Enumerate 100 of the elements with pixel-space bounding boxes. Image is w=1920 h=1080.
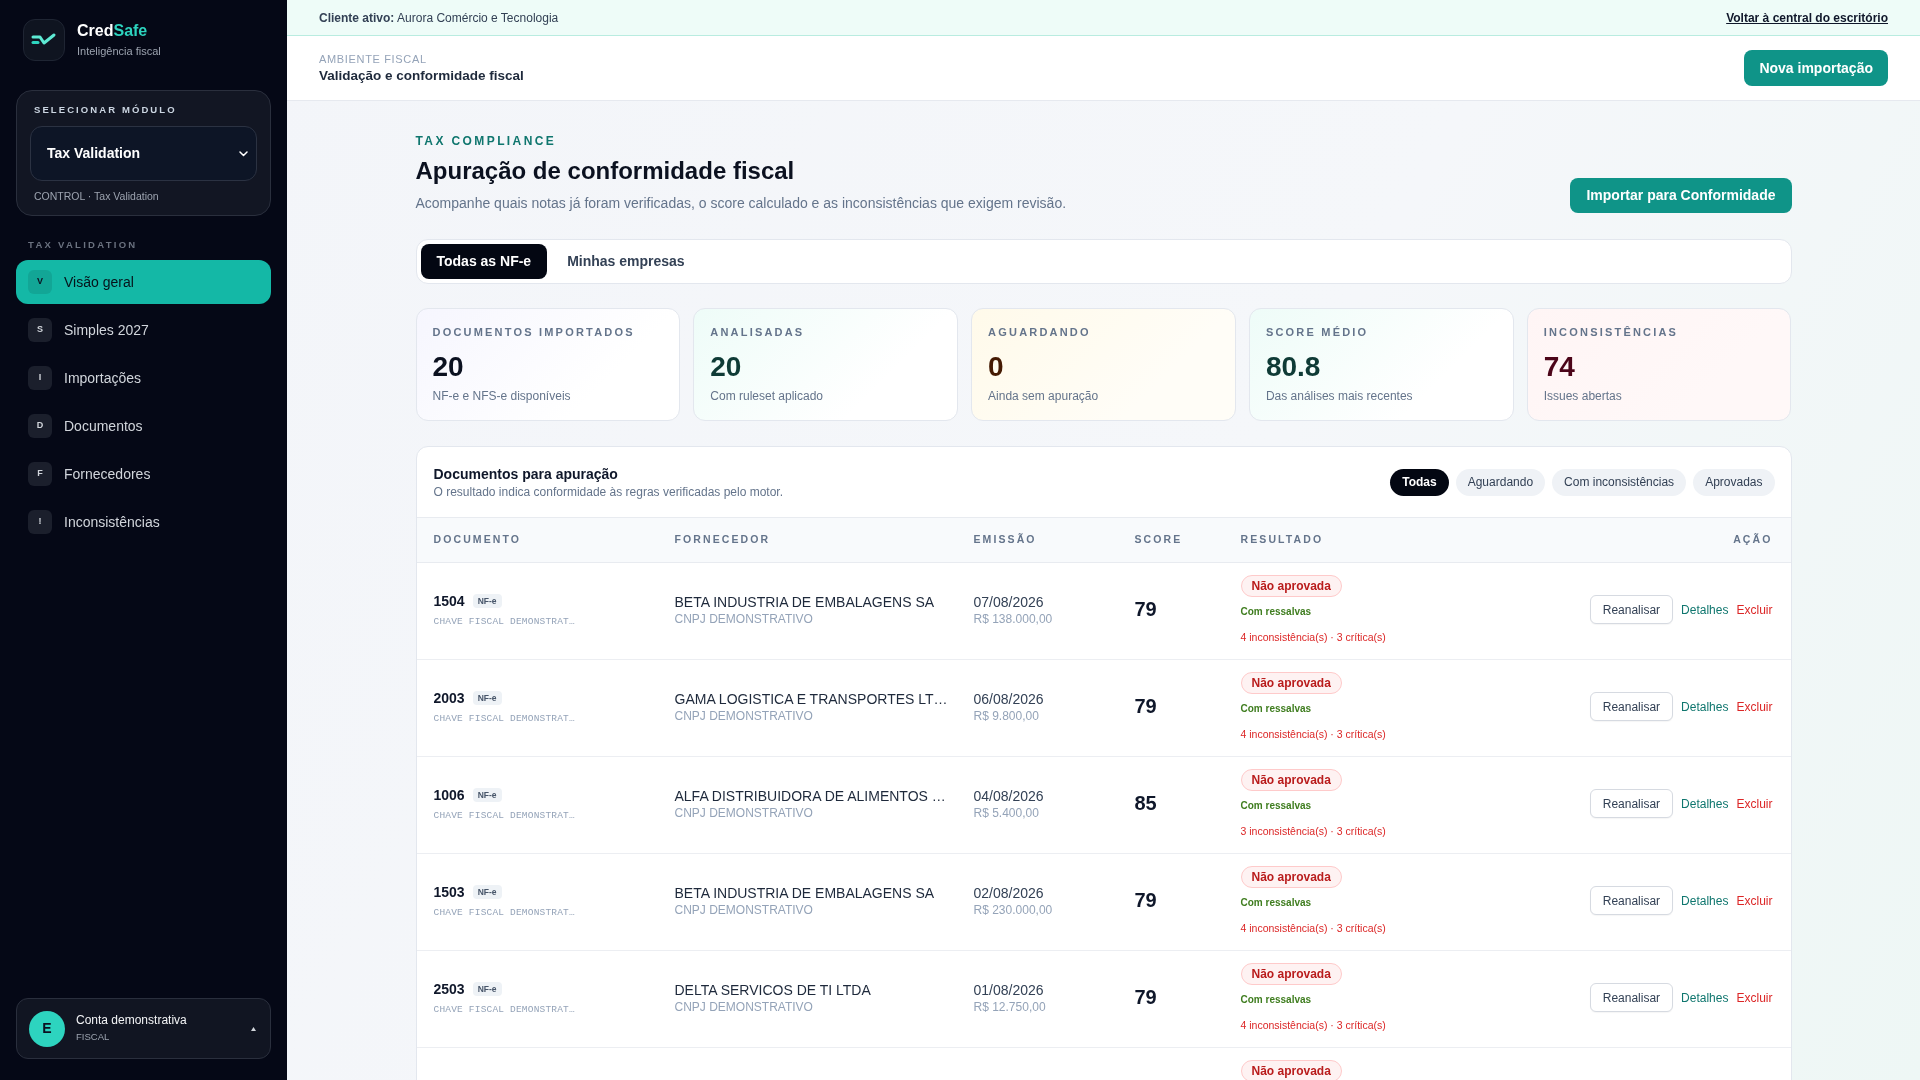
nav-item-letter: F: [28, 462, 52, 486]
document-amount: R$ 230.000,00: [973, 901, 1054, 918]
scope-tab[interactable]: Minhas empresas: [551, 244, 701, 279]
access-key-text: CHAVE FISCAL DEMONSTRAT…: [433, 711, 576, 726]
nav-item[interactable]: I Importações: [16, 356, 271, 400]
document-type-tag: NF-e: [472, 593, 502, 608]
column-header: AÇÃO: [1733, 532, 1773, 548]
import-compliance-button[interactable]: Importar para Conformidade: [1570, 178, 1792, 213]
status-note: Com ressalvas: [1240, 993, 1312, 1007]
delete-link[interactable]: Excluir: [1736, 697, 1773, 716]
caret-up-icon: [251, 1026, 256, 1031]
stat-caption: NF-e e NFS-e disponíveis: [432, 388, 572, 404]
stat-label: ANALISADAS: [710, 325, 806, 340]
status-note: Com ressalvas: [1240, 702, 1312, 716]
supplier-id: CNPJ DEMONSTRATIVO: [674, 610, 814, 627]
status-badge: Não aprovada: [1240, 575, 1342, 597]
issue-date: 07/08/2026: [973, 592, 1045, 611]
nav-item[interactable]: V Visão geral: [16, 260, 271, 304]
score-value: 79: [1134, 597, 1157, 620]
back-to-office-link[interactable]: Voltar à central do escritório: [1726, 8, 1888, 27]
access-key-text: CHAVE FISCAL DEMONSTRAT…: [433, 1002, 576, 1017]
column-header: SCORE: [1134, 532, 1183, 548]
nav-item-letter: I: [28, 366, 52, 390]
issues-summary: 4 inconsistência(s) · 3 crítica(s): [1240, 630, 1386, 644]
status-badge: Não aprovada: [1240, 769, 1342, 791]
stat-caption: Issues abertas: [1543, 388, 1623, 404]
issues-summary: 4 inconsistência(s) · 3 crítica(s): [1240, 921, 1386, 935]
issue-date: 06/08/2026: [973, 689, 1045, 708]
score-value: 85: [1134, 791, 1157, 814]
logo-icon: [23, 19, 65, 61]
new-import-button[interactable]: Nova importação: [1744, 50, 1888, 86]
stat-caption: Ainda sem apuração: [988, 388, 1100, 404]
issues-summary: 4 inconsistência(s) · 3 crítica(s): [1240, 727, 1386, 741]
document-type-tag: NF-e: [472, 981, 502, 996]
details-link[interactable]: Detalhes: [1681, 697, 1729, 716]
reanalyze-button[interactable]: Reanalisar: [1589, 983, 1674, 1012]
filter-chip[interactable]: Com inconsistências: [1552, 468, 1687, 496]
page-title: Apuração de conformidade fiscal: [415, 156, 796, 186]
supplier-id: CNPJ DEMONSTRATIVO: [674, 804, 814, 821]
column-header: DOCUMENTO: [433, 532, 522, 548]
document-type-tag: NF-e: [472, 690, 502, 705]
document-amount: R$ 5.400,00: [973, 804, 1040, 821]
nav-item-letter: D: [28, 414, 52, 438]
stat-label: INCONSISTÊNCIAS: [1543, 325, 1680, 340]
delete-link[interactable]: Excluir: [1736, 600, 1773, 619]
issue-date: 01/08/2026: [973, 980, 1045, 999]
details-link[interactable]: Detalhes: [1681, 600, 1729, 619]
stat-value: 80.8: [1265, 350, 1322, 384]
scope-tab[interactable]: Todas as NF-e: [420, 244, 548, 279]
reanalyze-button[interactable]: Reanalisar: [1589, 595, 1674, 624]
avatar: E: [29, 1010, 65, 1047]
delete-link[interactable]: Excluir: [1736, 794, 1773, 813]
document-amount: R$ 12.750,00: [973, 998, 1047, 1015]
section-eyebrow: TAX COMPLIANCE: [415, 133, 558, 149]
nav-item[interactable]: ! Inconsistências: [16, 500, 271, 544]
filter-chip[interactable]: Todas: [1390, 468, 1449, 496]
supplier-id: CNPJ DEMONSTRATIVO: [674, 998, 814, 1015]
nav-item[interactable]: S Simples 2027: [16, 308, 271, 352]
status-note: Com ressalvas: [1240, 896, 1312, 910]
stat-label: SCORE MÉDIO: [1265, 325, 1370, 340]
supplier-name: DELTA SERVICOS DE TI LTDA: [674, 980, 872, 999]
details-link[interactable]: Detalhes: [1681, 794, 1729, 813]
filter-chip[interactable]: Aprovadas: [1693, 468, 1775, 496]
nav-item[interactable]: D Documentos: [16, 404, 271, 448]
panel-subtitle: O resultado indica conformidade às regras verificadas pelo motor.: [433, 484, 783, 500]
nav-item[interactable]: F Fornecedores: [16, 452, 271, 496]
reanalyze-button[interactable]: Reanalisar: [1589, 886, 1674, 915]
status-badge: Não aprovada: [1240, 672, 1342, 694]
filter-chip[interactable]: Aguardando: [1455, 468, 1546, 496]
brand-tagline: Inteligência fiscal: [77, 44, 161, 59]
client-info: Cliente ativo: Aurora Comércio e Tecnologia: [319, 9, 559, 27]
issues-summary: 4 inconsistência(s) · 3 crítica(s): [1240, 1018, 1386, 1032]
environment-title: Validação e conformidade fiscal: [319, 67, 524, 85]
score-value: 79: [1134, 985, 1157, 1008]
status-badge: Não aprovada: [1240, 866, 1342, 888]
status-badge: Não aprovada: [1240, 963, 1342, 985]
details-link[interactable]: Detalhes: [1681, 891, 1729, 910]
details-link[interactable]: Detalhes: [1681, 988, 1729, 1007]
reanalyze-button[interactable]: Reanalisar: [1589, 692, 1674, 721]
panel-title: Documentos para apuração: [433, 465, 619, 484]
nav-item-letter: V: [28, 270, 52, 294]
nav-item-letter: S: [28, 318, 52, 342]
module-caption: CONTROL · Tax Validation: [33, 189, 160, 203]
access-key-text: CHAVE FISCAL DEMONSTRAT…: [433, 614, 576, 629]
supplier-id: CNPJ DEMONSTRATIVO: [674, 901, 814, 918]
stat-caption: Com ruleset aplicado: [710, 388, 825, 404]
delete-link[interactable]: Excluir: [1736, 988, 1773, 1007]
document-type-tag: NF-e: [472, 787, 502, 802]
module-select[interactable]: Tax Validation: [30, 126, 257, 181]
status-note: Com ressalvas: [1240, 799, 1312, 813]
reanalyze-button[interactable]: Reanalisar: [1589, 789, 1674, 818]
account-card[interactable]: E Conta demonstrativa FISCAL: [16, 998, 271, 1059]
document-amount: R$ 9.800,00: [973, 707, 1040, 724]
document-number: 1504: [433, 591, 465, 611]
status-note: Com ressalvas: [1240, 605, 1312, 619]
delete-link[interactable]: Excluir: [1736, 891, 1773, 910]
score-value: 79: [1134, 888, 1157, 911]
supplier-name: ALFA DISTRIBUIDORA DE ALIMENTOS …: [674, 786, 947, 805]
page-subtitle: Acompanhe quais notas já foram verificadas, o score calculado e as inconsistências que exigem revisão.: [415, 194, 1067, 213]
environment-label: AMBIENTE FISCAL: [319, 52, 428, 67]
